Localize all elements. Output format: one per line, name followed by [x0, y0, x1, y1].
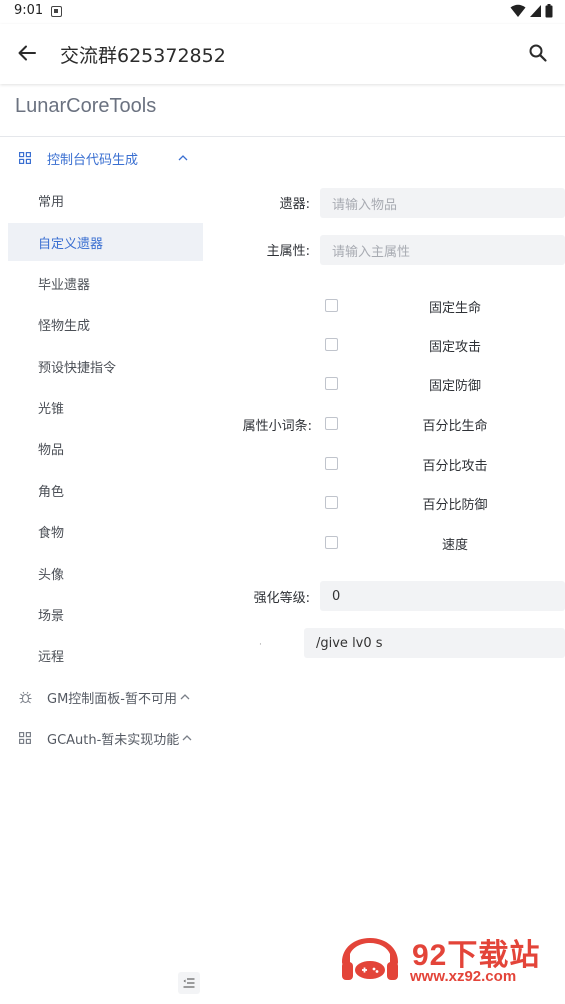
menu-fold-icon: [183, 978, 195, 988]
notification-icon: [51, 6, 62, 17]
command-output[interactable]: /give lv0 s: [304, 628, 565, 658]
checkbox[interactable]: [325, 457, 338, 470]
menu-group-label: GCAuth-暂未实现功能: [47, 732, 180, 748]
checkbox[interactable]: [325, 377, 338, 390]
chevron-up-icon: [178, 153, 188, 163]
substat-checkbox-percent-atk[interactable]: 百分比攻击: [325, 454, 565, 474]
chevron-up-icon: [182, 733, 192, 743]
sidebar-item-common[interactable]: 常用: [8, 181, 203, 219]
sidebar-item-preset-commands[interactable]: 预设快捷指令: [8, 347, 203, 385]
relic-label: 遗器:: [279, 197, 310, 212]
checkbox-label: 固定防御: [428, 379, 481, 394]
sidebar-item-graduation-relic[interactable]: 毕业遗器: [8, 264, 203, 302]
checkbox[interactable]: [325, 536, 338, 549]
status-icons: [510, 4, 553, 18]
page-title: 交流群625372852: [60, 45, 226, 67]
sidebar-item-light-cone[interactable]: 光锥: [8, 388, 203, 426]
sidebar-item-avatar[interactable]: 头像: [8, 554, 203, 592]
sidebar-item-remote[interactable]: 远程: [8, 636, 203, 674]
arrow-left-icon: [18, 45, 36, 61]
watermark: 92下载站 www.xz92.com: [312, 912, 565, 1000]
menu-group-console-codegen[interactable]: 控制台代码生成: [8, 140, 203, 176]
main-stat-input[interactable]: 请输入主属性: [320, 235, 565, 265]
checkbox-label: 百分比防御: [422, 498, 488, 513]
menu-group-gcauth[interactable]: GCAuth-暂未实现功能: [8, 720, 203, 756]
substat-checkbox-flat-def[interactable]: 固定防御: [325, 374, 565, 394]
substat-checkbox-flat-hp[interactable]: 固定生命: [325, 296, 565, 316]
menu-group-label: GM控制面板-暂不可用: [47, 691, 177, 707]
sidebar-item-monster-spawn[interactable]: 怪物生成: [8, 305, 203, 343]
main-stat-label: 主属性:: [266, 244, 310, 259]
checkbox[interactable]: [325, 299, 338, 312]
grid-icon: [18, 151, 32, 165]
substat-checkbox-percent-hp[interactable]: 百分比生命: [325, 414, 565, 434]
watermark-url: www.xz92.com: [410, 968, 517, 985]
substats-label: 属性小词条:: [242, 419, 312, 434]
sidebar-item-scene[interactable]: 场景: [8, 595, 203, 633]
bullet-dot: ·: [259, 640, 262, 650]
relic-placeholder: 请输入物品: [332, 197, 398, 213]
status-bar: 9:01: [0, 0, 565, 24]
sidebar-item-characters[interactable]: 角色: [8, 471, 203, 509]
battery-icon: [545, 4, 553, 18]
checkbox-label: 百分比攻击: [422, 459, 488, 474]
grid-icon: [18, 731, 32, 745]
substat-checkbox-flat-atk[interactable]: 固定攻击: [325, 335, 565, 355]
search-button[interactable]: [523, 38, 553, 68]
level-input[interactable]: 0: [320, 581, 565, 611]
relic-input[interactable]: 请输入物品: [320, 188, 565, 218]
checkbox-label: 速度: [441, 538, 468, 553]
divider: [0, 136, 565, 137]
back-button[interactable]: [12, 38, 42, 68]
checkbox-label: 固定攻击: [428, 340, 481, 355]
brand-title: LunarCoreTools: [15, 95, 157, 117]
sidebar-item-food[interactable]: 食物: [8, 512, 203, 550]
collapse-menu-button[interactable]: [178, 972, 200, 994]
checkbox[interactable]: [325, 417, 338, 430]
substat-checkbox-speed[interactable]: 速度: [325, 533, 565, 553]
chevron-up-icon: [180, 692, 190, 702]
checkbox[interactable]: [325, 496, 338, 509]
menu-group-label: 控制台代码生成: [47, 152, 139, 168]
status-time: 9:01: [14, 3, 44, 18]
sidebar-item-items[interactable]: 物品: [8, 429, 203, 467]
sidebar-item-custom-relic[interactable]: 自定义遗器: [8, 223, 203, 261]
checkbox[interactable]: [325, 338, 338, 351]
search-icon: [529, 44, 547, 62]
menu-group-gm-panel[interactable]: GM控制面板-暂不可用: [8, 679, 203, 715]
checkbox-label: 固定生命: [428, 301, 481, 316]
substat-checkbox-percent-def[interactable]: 百分比防御: [325, 493, 565, 513]
checkbox-label: 百分比生命: [422, 419, 488, 434]
signal-icon: [530, 5, 541, 17]
wifi-icon: [510, 4, 526, 17]
main-stat-placeholder: 请输入主属性: [332, 244, 411, 260]
level-label: 强化等级:: [253, 591, 310, 606]
bug-icon: [18, 690, 32, 704]
app-bar: 交流群625372852: [0, 24, 565, 84]
gamepad-logo-icon: [342, 938, 398, 980]
